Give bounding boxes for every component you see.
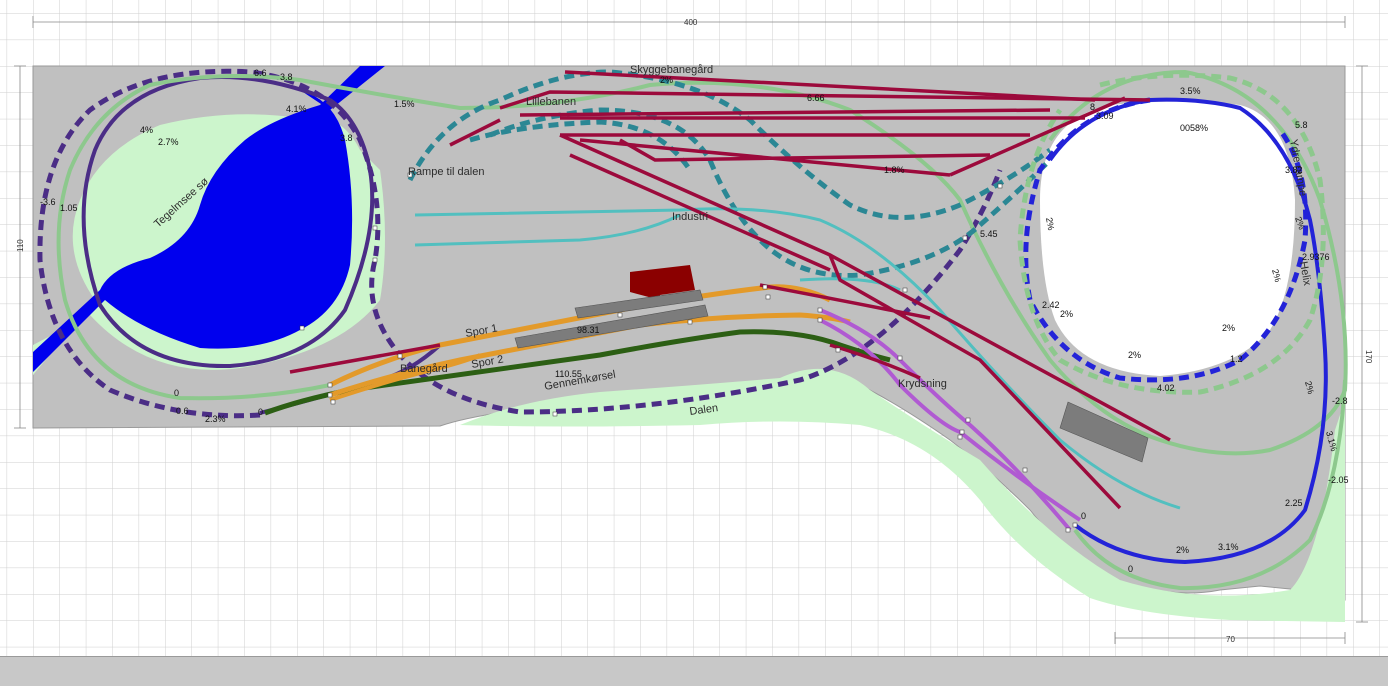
grade-label: 0 <box>258 407 263 417</box>
turnout-marker[interactable] <box>299 325 305 331</box>
turnout-marker[interactable] <box>897 355 903 361</box>
grade-label: 4% <box>140 125 153 135</box>
turnout-marker[interactable] <box>962 235 968 241</box>
turnout-marker[interactable] <box>762 284 768 290</box>
turnout-marker[interactable] <box>1065 527 1071 533</box>
helix-opening <box>1040 101 1295 376</box>
status-bar <box>0 656 1388 686</box>
grade-label: 0.6 <box>176 406 189 416</box>
label-rampe: Rampe til dalen <box>408 166 484 178</box>
label-lillebanen: Lillebanen <box>526 96 576 108</box>
grade-label: 6.66 <box>807 93 825 103</box>
grade-label: 98.31 <box>577 325 600 335</box>
turnout-marker[interactable] <box>902 287 908 293</box>
grade-label: 3.5% <box>1180 86 1201 96</box>
grade-label: 2.25 <box>1285 498 1303 508</box>
grade-label: 4.02 <box>1157 383 1175 393</box>
grade-label: 3.8 <box>280 72 293 82</box>
turnout-marker[interactable] <box>372 257 378 263</box>
turnout-marker[interactable] <box>1072 522 1078 528</box>
label-krydsning: Krydsning <box>898 378 947 390</box>
turnout-marker[interactable] <box>1022 467 1028 473</box>
turnout-marker[interactable] <box>817 317 823 323</box>
turnout-marker[interactable] <box>817 307 823 313</box>
turnout-marker[interactable] <box>327 382 333 388</box>
grade-label: 110.55 <box>555 369 582 379</box>
grade-label: 5.45 <box>980 229 998 239</box>
grade-label: 1.05 <box>60 203 78 213</box>
dim-top: 400 <box>684 18 698 27</box>
turnout-marker[interactable] <box>835 347 841 353</box>
grade-label: 0058% <box>1180 123 1208 133</box>
turnout-marker[interactable] <box>617 312 623 318</box>
turnout-marker[interactable] <box>765 294 771 300</box>
grade-label: 2.42 <box>1042 300 1060 310</box>
track-plan-canvas[interactable]: 400 110 170 70 Tegelmsee sø Rampe til da… <box>0 0 1388 685</box>
grade-label: 3.09 <box>1096 111 1114 121</box>
turnout-marker[interactable] <box>372 225 378 231</box>
grade-label: 1.2 <box>1230 354 1243 364</box>
grade-label: 2% <box>660 75 673 85</box>
label-industri: Industri <box>672 211 708 223</box>
grade-label: 3.8 <box>340 133 353 143</box>
turnout-marker[interactable] <box>552 411 558 417</box>
grade-label: 2.9376 <box>1302 252 1330 262</box>
grade-label: 0 <box>174 388 179 398</box>
grade-label: 4.1% <box>286 104 307 114</box>
grade-label: 8 <box>1090 102 1095 112</box>
grade-label: 0 <box>1081 511 1086 521</box>
grade-label: 1.5% <box>394 99 415 109</box>
grade-label: 2% <box>1222 323 1235 333</box>
grade-label: -3.6 <box>40 197 56 207</box>
grade-label: 0 <box>1128 564 1133 574</box>
turnout-marker[interactable] <box>687 319 693 325</box>
turnout-marker[interactable] <box>330 399 336 405</box>
dim-bottom: 70 <box>1226 635 1235 644</box>
label-banegaard: Banegård <box>400 363 448 375</box>
grade-label: 2% <box>1128 350 1141 360</box>
grade-label: -2.8 <box>1332 396 1348 406</box>
grade-label: 3.1% <box>1218 542 1239 552</box>
turnout-marker[interactable] <box>397 353 403 359</box>
grade-label: -2.05 <box>1328 475 1349 485</box>
grade-label: 2.3% <box>205 414 226 424</box>
dim-left: 110 <box>16 239 25 252</box>
turnout-marker[interactable] <box>959 429 965 435</box>
turnout-marker[interactable] <box>965 417 971 423</box>
turnout-marker[interactable] <box>997 183 1003 189</box>
grade-label: 1.8% <box>884 165 905 175</box>
grade-label: 5.8 <box>1295 120 1308 130</box>
grade-label: 6.6 <box>254 68 267 78</box>
grade-label: 2% <box>1060 309 1073 319</box>
dim-right: 170 <box>1364 350 1373 364</box>
grade-label: 3.82 <box>1285 165 1303 175</box>
grade-label: 2% <box>1176 545 1189 555</box>
turnout-marker[interactable] <box>957 434 963 440</box>
turnout-marker[interactable] <box>327 392 333 398</box>
grade-label: 2.7% <box>158 137 179 147</box>
